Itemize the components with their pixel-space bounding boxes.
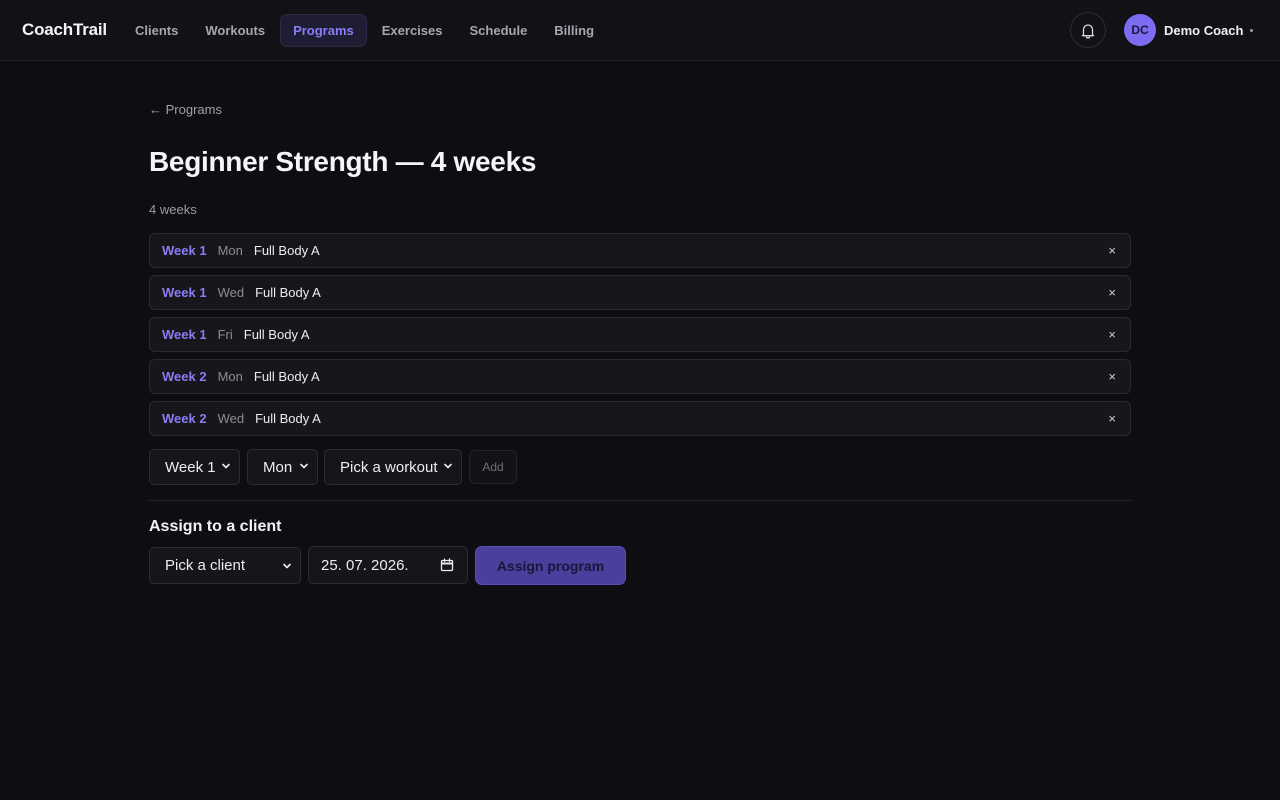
program-duration: 4 weeks xyxy=(149,202,197,217)
remove-row-close-icon[interactable]: × xyxy=(1108,285,1116,300)
assign-heading: Assign to a client xyxy=(149,518,282,535)
user-menu[interactable]: DC Demo Coach xyxy=(1124,14,1254,46)
client-select-value: Pick a client xyxy=(165,557,246,574)
calendar-icon[interactable] xyxy=(440,558,454,572)
schedule-workout: Full Body A xyxy=(255,411,321,426)
day-select[interactable]: Mon xyxy=(247,449,318,485)
user-name: Demo Coach xyxy=(1164,22,1244,38)
schedule-day: Mon xyxy=(217,243,243,258)
schedule-day: Wed xyxy=(217,411,245,426)
chevron-down-icon xyxy=(283,563,291,569)
user-menu-caret-icon xyxy=(1250,28,1254,32)
chevron-down-icon xyxy=(444,463,452,469)
schedule-workout: Full Body A xyxy=(253,243,320,258)
remove-row-close-icon[interactable]: × xyxy=(1108,369,1116,384)
nav-item-clients[interactable]: Clients xyxy=(123,14,190,47)
program-schedule-list: Week 1 Mon Full Body A × Week 1 Wed Full… xyxy=(149,233,1131,443)
week-select-value: Week 1 xyxy=(165,458,216,476)
nav-item-schedule[interactable]: Schedule xyxy=(458,14,540,47)
schedule-week: Week 1 xyxy=(162,327,207,342)
chevron-down-icon xyxy=(300,463,308,469)
brand-logo[interactable]: CoachTrail xyxy=(22,20,107,40)
schedule-day: Fri xyxy=(217,327,233,342)
main-nav: Clients Workouts Programs Exercises Sche… xyxy=(123,14,606,47)
schedule-row: Week 1 Fri Full Body A × xyxy=(149,317,1131,352)
top-navigation-bar: CoachTrail Clients Workouts Programs Exe… xyxy=(0,0,1280,61)
workout-select[interactable]: Pick a workout xyxy=(324,449,462,485)
assign-program-button[interactable]: Assign program xyxy=(475,546,626,585)
schedule-week: Week 2 xyxy=(162,369,207,384)
start-date-value: 25. 07. 2026. xyxy=(321,556,409,574)
schedule-workout: Full Body A xyxy=(255,285,321,300)
schedule-row: Week 1 Mon Full Body A × xyxy=(149,233,1131,268)
remove-row-close-icon[interactable]: × xyxy=(1108,327,1116,342)
start-date-input[interactable]: 25. 07. 2026. xyxy=(308,546,468,584)
schedule-workout: Full Body A xyxy=(253,369,320,384)
schedule-week: Week 1 xyxy=(162,243,207,258)
section-divider xyxy=(149,500,1131,501)
schedule-week: Week 2 xyxy=(162,411,207,426)
schedule-row: Week 1 Wed Full Body A × xyxy=(149,275,1131,310)
client-select[interactable]: Pick a client xyxy=(149,547,301,584)
schedule-day: Wed xyxy=(217,285,245,300)
nav-item-exercises[interactable]: Exercises xyxy=(370,14,455,47)
schedule-week: Week 1 xyxy=(162,285,207,300)
nav-item-workouts[interactable]: Workouts xyxy=(193,14,277,47)
add-workout-button[interactable]: Add xyxy=(469,450,517,484)
avatar: DC xyxy=(1124,14,1156,46)
day-select-value: Mon xyxy=(263,458,293,476)
remove-row-close-icon[interactable]: × xyxy=(1108,411,1116,426)
schedule-row: Week 2 Mon Full Body A × xyxy=(149,359,1131,394)
breadcrumb-back-link[interactable]: ← Programs xyxy=(149,102,222,117)
workout-select-value: Pick a workout xyxy=(340,458,438,476)
chevron-down-icon xyxy=(222,463,230,469)
page-title: Beginner Strength — 4 weeks xyxy=(149,146,537,177)
notifications-button[interactable] xyxy=(1070,12,1106,48)
schedule-day: Mon xyxy=(217,369,243,384)
nav-item-billing[interactable]: Billing xyxy=(542,14,606,47)
nav-item-programs[interactable]: Programs xyxy=(280,14,367,47)
week-select[interactable]: Week 1 xyxy=(149,449,240,485)
schedule-workout: Full Body A xyxy=(243,327,310,342)
remove-row-close-icon[interactable]: × xyxy=(1108,243,1116,258)
bell-icon xyxy=(1081,23,1095,39)
schedule-row: Week 2 Wed Full Body A × xyxy=(149,401,1131,436)
